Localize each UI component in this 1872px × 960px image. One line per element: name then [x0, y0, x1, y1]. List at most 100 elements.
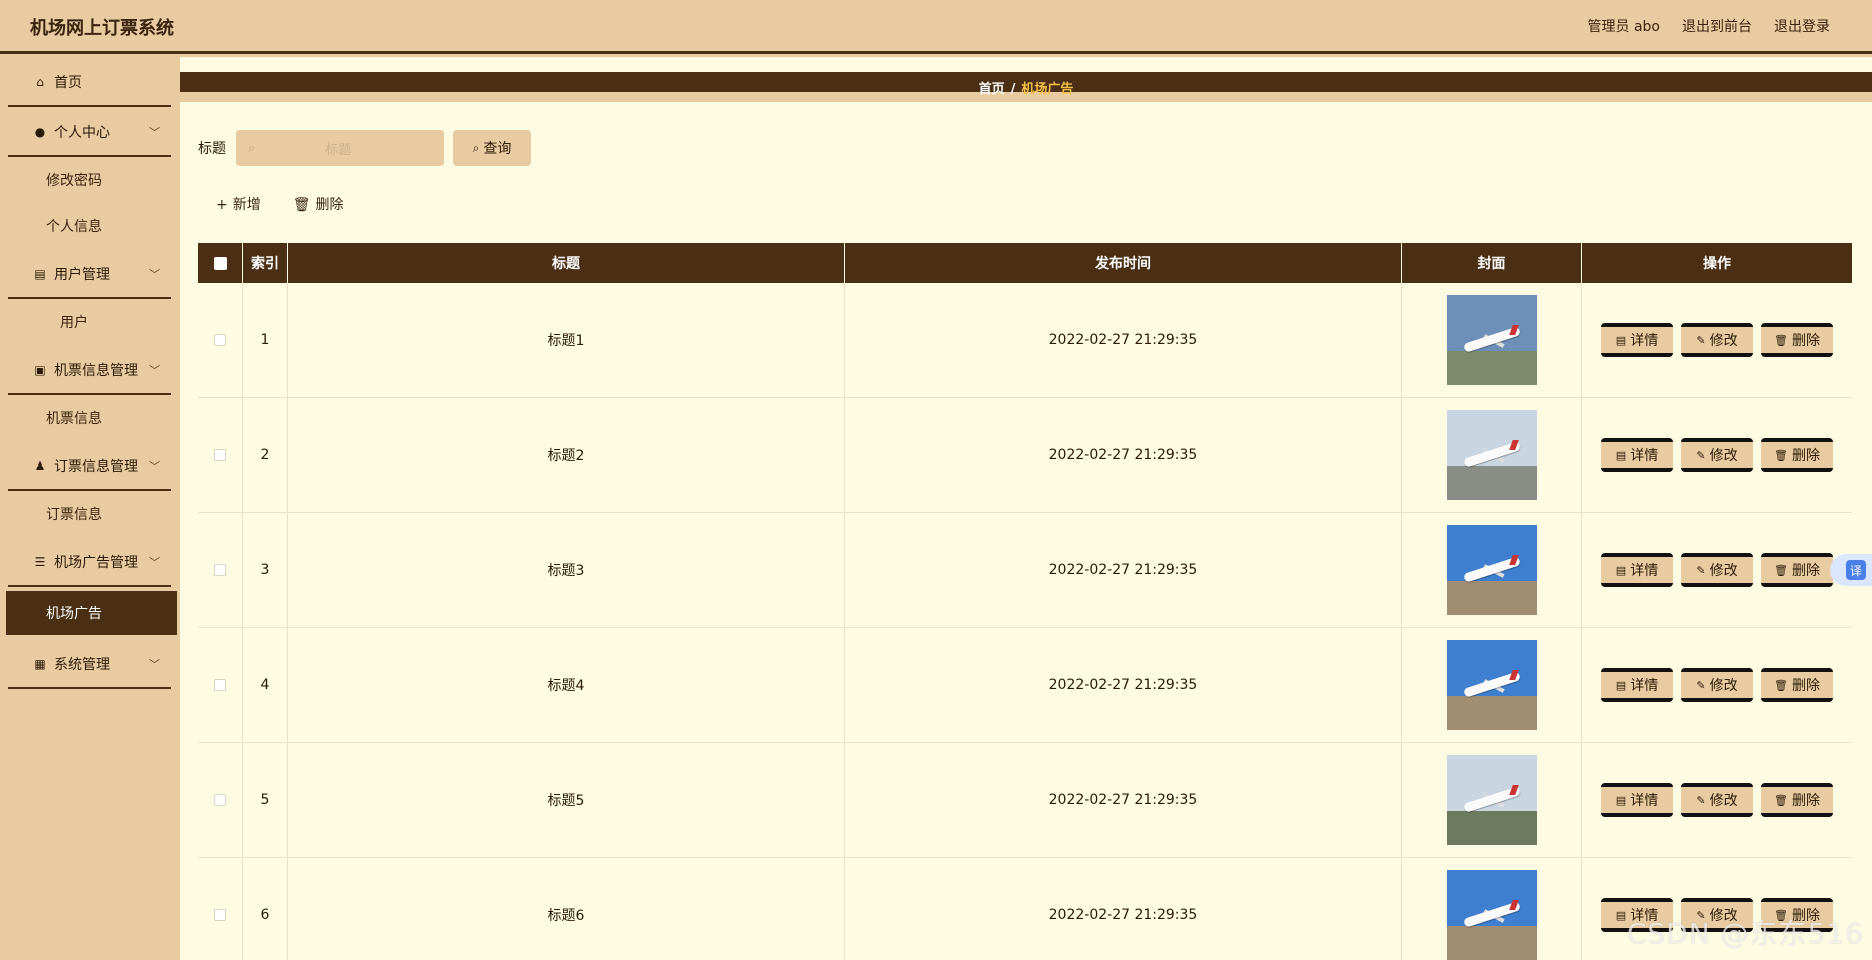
cover-image[interactable] — [1446, 295, 1537, 385]
cover-image[interactable] — [1446, 410, 1537, 500]
edit-button[interactable]: ✎ 修改 — [1681, 668, 1753, 702]
sidebar-item-airport-ads[interactable]: 机场广告 — [6, 591, 177, 635]
edit-icon: ✎ — [1696, 448, 1706, 462]
row-index: 6 — [243, 858, 288, 960]
delete-button[interactable]: 🗑 删除 — [1761, 553, 1833, 587]
cover-image[interactable] — [1446, 640, 1537, 730]
app-title: 机场网上订票系统 — [30, 18, 174, 39]
sidebar-group-system[interactable]: ▦ 系统管理 ﹀ — [0, 639, 180, 689]
delete-button[interactable]: 🗑 删除 — [1761, 783, 1833, 817]
trash-icon: 🗑 — [1774, 793, 1788, 807]
sidebar-item-label: 首页 — [54, 75, 82, 91]
sidebar-group-label: 系统管理 — [54, 657, 110, 673]
row-actions-cell: ▤ 详情 ✎ 修改 🗑 删除 — [1582, 743, 1852, 857]
chevron-down-icon: ﹀ — [149, 268, 160, 281]
add-button[interactable]: + 新增 — [216, 194, 261, 214]
batch-delete-button[interactable]: 🗑 删除 — [293, 194, 344, 214]
cover-image[interactable] — [1446, 755, 1537, 845]
chevron-down-icon: ﹀ — [149, 460, 160, 473]
sidebar-item-flight-info[interactable]: 机票信息 — [0, 395, 180, 441]
edit-button[interactable]: ✎ 修改 — [1681, 553, 1753, 587]
row-index: 4 — [243, 628, 288, 742]
row-checkbox[interactable] — [214, 679, 226, 691]
trash-icon: 🗑 — [1774, 333, 1788, 347]
row-checkbox[interactable] — [214, 334, 226, 346]
translate-float-button[interactable]: 译 — [1830, 554, 1872, 586]
sidebar-item-booking-info[interactable]: 订票信息 — [0, 491, 180, 537]
breadcrumb-home[interactable]: 首页 — [979, 82, 1005, 97]
detail-button-label: 详情 — [1630, 678, 1659, 694]
sidebar-item-user[interactable]: 用户 — [0, 299, 180, 345]
delete-button[interactable]: 🗑 删除 — [1761, 323, 1833, 357]
detail-button[interactable]: ▤ 详情 — [1601, 553, 1673, 587]
row-publish-time: 2022-02-27 21:29:35 — [845, 628, 1402, 742]
ticket-user-icon: ♟ — [34, 459, 46, 473]
delete-button-label: 删除 — [315, 197, 344, 213]
sidebar-group-personal[interactable]: ● 个人中心 ﹀ — [0, 107, 180, 157]
detail-button[interactable]: ▤ 详情 — [1601, 783, 1673, 817]
sidebar-group-flight-tickets[interactable]: ▣ 机票信息管理 ﹀ — [0, 345, 180, 395]
header-links: 管理员 abo 退出到前台 退出登录 — [1588, 16, 1830, 36]
row-checkbox[interactable] — [214, 564, 226, 576]
row-actions-cell: ▤ 详情 ✎ 修改 🗑 删除 — [1582, 398, 1852, 512]
document-icon: ▤ — [1615, 563, 1627, 577]
search-label: 标题 — [198, 141, 226, 157]
row-publish-time: 2022-02-27 21:29:35 — [845, 858, 1402, 960]
select-all-checkbox[interactable] — [213, 256, 227, 270]
row-cover-cell — [1402, 283, 1582, 397]
row-index: 1 — [243, 283, 288, 397]
detail-button[interactable]: ▤ 详情 — [1601, 323, 1673, 357]
exit-to-front-link[interactable]: 退出到前台 — [1682, 16, 1752, 36]
delete-button[interactable]: 🗑 删除 — [1761, 438, 1833, 472]
detail-button-label: 详情 — [1630, 448, 1659, 464]
edit-icon: ✎ — [1696, 678, 1706, 692]
column-header: 操作 — [1703, 256, 1731, 272]
delete-button-label: 删除 — [1791, 563, 1820, 579]
trash-icon: 🗑 — [292, 197, 311, 213]
cover-image[interactable] — [1446, 870, 1537, 960]
admin-user-label[interactable]: 管理员 abo — [1588, 16, 1660, 36]
search-input[interactable]: ⌕ 标题 — [236, 130, 444, 166]
row-title: 标题1 — [288, 283, 845, 397]
row-checkbox-cell — [198, 743, 243, 857]
column-header: 标题 — [288, 243, 845, 283]
sidebar-group-label: 订票信息管理 — [54, 459, 138, 475]
sidebar-item-home[interactable]: ⌂ 首页 — [0, 57, 180, 107]
delete-button[interactable]: 🗑 删除 — [1761, 668, 1833, 702]
watermark: CSDN @东东516 — [1626, 917, 1864, 950]
query-button[interactable]: ⌕ 查询 — [453, 130, 531, 166]
sidebar-group-label: 机场广告管理 — [54, 555, 138, 571]
detail-button[interactable]: ▤ 详情 — [1601, 668, 1673, 702]
row-cover-cell — [1402, 628, 1582, 742]
detail-button[interactable]: ▤ 详情 — [1601, 438, 1673, 472]
sidebar-group-label: 个人中心 — [54, 125, 110, 141]
document-icon: ▤ — [1615, 448, 1627, 462]
edit-button[interactable]: ✎ 修改 — [1681, 783, 1753, 817]
sidebar-group-airport-ads[interactable]: ☰ 机场广告管理 ﹀ — [0, 537, 180, 587]
sidebar-item-personal-info[interactable]: 个人信息 — [0, 203, 180, 249]
row-title: 标题5 — [288, 743, 845, 857]
edit-button[interactable]: ✎ 修改 — [1681, 323, 1753, 357]
document-icon: ▤ — [1615, 678, 1627, 692]
logout-link[interactable]: 退出登录 — [1774, 16, 1830, 36]
edit-icon: ✎ — [1696, 563, 1706, 577]
sidebar-group-users[interactable]: ▤ 用户管理 ﹀ — [0, 249, 180, 299]
detail-button-label: 详情 — [1630, 563, 1659, 579]
sidebar-item-change-password[interactable]: 修改密码 — [0, 157, 180, 203]
document-icon: ▤ — [1615, 908, 1627, 922]
edit-button-label: 修改 — [1709, 448, 1738, 464]
row-index: 2 — [243, 398, 288, 512]
breadcrumb-separator: / — [1010, 82, 1016, 97]
cover-image[interactable] — [1446, 525, 1537, 615]
breadcrumb-current: 机场广告 — [1021, 82, 1074, 97]
row-checkbox[interactable] — [214, 794, 226, 806]
row-checkbox[interactable] — [214, 909, 226, 921]
row-checkbox-cell — [198, 398, 243, 512]
sidebar-group-label: 用户管理 — [54, 267, 110, 283]
row-index: 5 — [243, 743, 288, 857]
row-checkbox[interactable] — [214, 449, 226, 461]
row-cover-cell — [1402, 513, 1582, 627]
edit-button[interactable]: ✎ 修改 — [1681, 438, 1753, 472]
edit-button-label: 修改 — [1709, 678, 1738, 694]
sidebar-group-bookings[interactable]: ♟ 订票信息管理 ﹀ — [0, 441, 180, 491]
